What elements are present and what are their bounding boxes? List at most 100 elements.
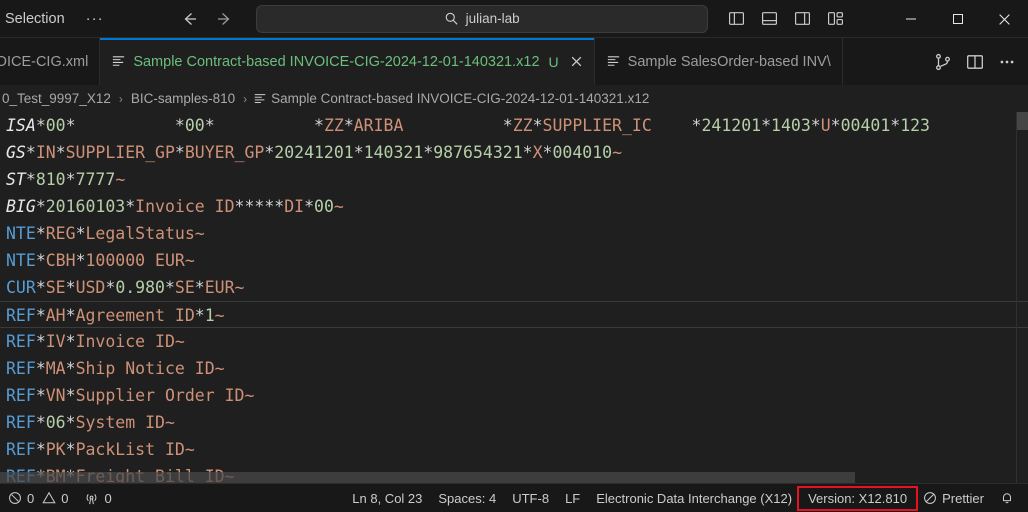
code-line[interactable]: REF*VN*Supplier Order ID~ [0,382,1028,409]
edi-token: * [65,440,76,459]
edi-token: 06 [45,413,66,432]
edi-token: * [194,278,205,297]
edi-token: ~ [244,386,255,405]
arrow-right-icon[interactable] [214,9,234,29]
edi-token: * [174,116,185,135]
edi-token: * [65,278,76,297]
edi-token: ~ [184,440,195,459]
minimize-button[interactable] [887,0,934,38]
edi-token: ZZ [512,116,533,135]
edi-token: ~ [234,278,245,297]
edi-token: USD [75,278,106,297]
edi-token: 140321 [363,143,424,162]
edi-token: ~ [214,306,225,325]
error-icon [8,491,22,505]
status-indentation[interactable]: Spaces: 4 [430,484,504,512]
edi-token: * [65,413,76,432]
code-line[interactable]: GS*IN*SUPPLIER_GP*BUYER_GP*20241201*1403… [0,139,1028,166]
menu-bar: Selection ··· [0,7,108,31]
editor-tab-salesorder-invoice[interactable]: Sample SalesOrder-based INV\ [594,38,843,85]
edi-segment-id: REF [6,386,36,405]
edi-token: * [890,116,901,135]
editor-tab-contract-invoice-x12[interactable]: Sample Contract-based INVOICE-CIG-2024-1… [100,38,595,85]
close-button[interactable] [981,0,1028,38]
edi-token: REG [45,224,76,243]
code-line[interactable]: BIG*20160103*Invoice ID*****DI*00~ [0,193,1028,220]
edi-token: * [164,278,175,297]
edi-token: SUPPLIER_GP [65,143,175,162]
split-editor-icon[interactable] [966,53,984,71]
source-control-icon[interactable] [934,53,952,71]
status-notifications[interactable] [992,484,1022,512]
breadcrumb-item-folder-samples[interactable]: BIC-samples-810 [129,90,237,107]
edi-token: * [194,306,205,325]
breadcrumb-item-folder-root[interactable]: 0_Test_9997_X12 [0,90,113,107]
code-line[interactable]: REF*AH*Agreement ID*1~ [0,301,1028,328]
edi-file-icon [253,92,267,106]
status-language-mode[interactable]: Electronic Data Interchange (X12) [588,484,800,512]
edi-token: ~ [115,170,126,189]
code-line[interactable]: REF*IV*Invoice ID~ [0,328,1028,355]
editor-tab-label: Sample Contract-based INVOICE-CIG-2024-1… [133,53,540,70]
code-line[interactable]: CUR*SE*USD*0.980*SE*EUR~ [0,274,1028,301]
code-line[interactable]: REF*PK*PackList ID~ [0,436,1028,463]
edi-segment-id: CUR [6,278,36,297]
window-controls [887,0,1028,38]
vertical-scrollbar-thumb[interactable] [1017,112,1028,130]
status-edi-version[interactable]: Version: X12.810 [797,484,919,512]
edi-token: System ID [75,413,165,432]
toggle-primary-sidebar-icon[interactable] [728,10,745,27]
edi-token: * [75,251,86,270]
edi-token: MA [45,359,66,378]
edi-token: 1 [204,306,215,325]
close-icon[interactable] [570,55,583,68]
status-problems[interactable]: 0 0 [0,484,76,512]
toggle-secondary-sidebar-icon[interactable] [794,10,811,27]
status-eol[interactable]: LF [557,484,588,512]
edi-token: * [174,143,185,162]
code-editor[interactable]: ISA*00* *00* *ZZ*ARIBA *ZZ*SUPPLIER_IC *… [0,112,1028,483]
formatter-label: Prettier [942,490,984,506]
code-line[interactable]: NTE*REG*LegalStatus~ [0,220,1028,247]
edi-segment-id: GS [6,143,26,162]
edi-segment-id: BIG [6,197,36,216]
maximize-button[interactable] [934,0,981,38]
search-value: julian-lab [465,11,520,26]
horizontal-scrollbar-thumb[interactable] [0,472,855,483]
edi-token [76,116,175,135]
status-formatter[interactable]: Prettier [915,484,992,512]
status-ports[interactable]: 0 [76,484,119,512]
edi-token: * [691,116,702,135]
code-line[interactable]: REF*MA*Ship Notice ID~ [0,355,1028,382]
edi-token: * [35,386,46,405]
edi-token: 00 [314,197,334,216]
edi-token: * [65,386,76,405]
breadcrumb-item-file[interactable]: Sample Contract-based INVOICE-CIG-2024-1… [253,90,651,107]
edi-token: * [35,306,46,325]
edi-token: 0.980 [115,278,165,297]
edi-token: ~ [612,143,622,162]
search-input[interactable]: julian-lab [255,4,708,33]
edi-token: BUYER_GP [184,143,265,162]
customize-layout-icon[interactable] [827,10,844,27]
more-actions-icon[interactable] [998,53,1016,71]
edi-segment-id: NTE [6,251,36,270]
edi-token: * [522,143,533,162]
status-encoding[interactable]: UTF-8 [504,484,557,512]
code-line[interactable]: NTE*CBH*100000 EUR~ [0,247,1028,274]
menu-item-selection[interactable]: Selection [2,7,68,31]
toggle-panel-icon[interactable] [761,10,778,27]
edi-token: 123 [900,116,930,135]
remote-ports-icon [84,491,99,506]
edi-segment-id: REF [6,413,36,432]
menu-overflow-button[interactable]: ··· [82,10,108,27]
code-line[interactable]: REF*06*System ID~ [0,409,1028,436]
code-line[interactable]: ISA*00* *00* *ZZ*ARIBA *ZZ*SUPPLIER_IC *… [0,112,1028,139]
editor-tab-invoice-cig-xml[interactable]: VOICE-CIG.xml [0,38,101,85]
edi-segment-id: REF [6,359,36,378]
edi-token: 20160103 [45,197,126,216]
status-cursor-position[interactable]: Ln 8, Col 23 [344,484,430,512]
code-line[interactable]: ST*810*7777~ [0,166,1028,193]
edi-token: * [204,116,215,135]
arrow-left-icon[interactable] [180,9,200,29]
